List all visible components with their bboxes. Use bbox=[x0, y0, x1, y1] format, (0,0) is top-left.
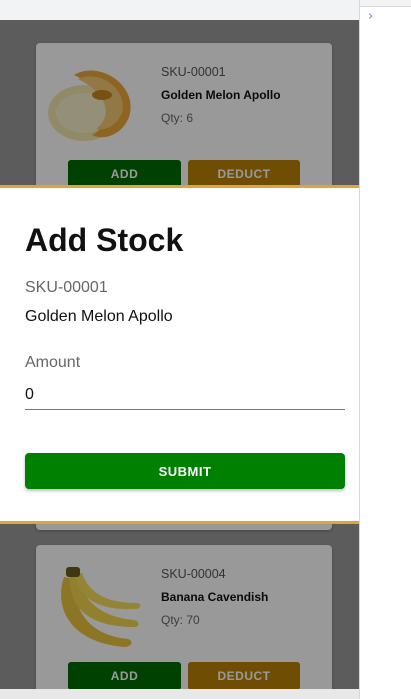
devtools-toolbar bbox=[360, 0, 411, 7]
dialog-sku: SKU-00001 bbox=[25, 279, 108, 296]
add-stock-dialog: Add Stock SKU-00001 Golden Melon Apollo … bbox=[0, 185, 359, 524]
amount-label: Amount bbox=[25, 354, 81, 371]
devtools-panel: › bbox=[359, 0, 411, 699]
app-viewport: SKU-00001 Golden Melon Apollo Qty: 6 ADD… bbox=[0, 20, 359, 699]
browser-chrome bbox=[0, 0, 411, 20]
dialog-product-name: Golden Melon Apollo bbox=[25, 308, 173, 325]
page-bottom-edge bbox=[0, 689, 359, 699]
submit-button[interactable]: SUBMIT bbox=[25, 453, 345, 489]
dialog-title: Add Stock bbox=[25, 222, 184, 258]
amount-input[interactable] bbox=[25, 380, 345, 410]
chevron-right-icon[interactable]: › bbox=[368, 9, 373, 24]
